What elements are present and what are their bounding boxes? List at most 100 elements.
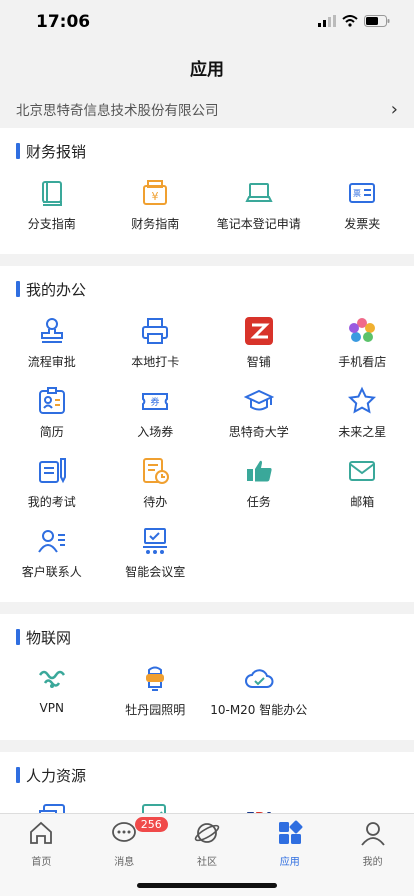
meeting-icon — [140, 526, 170, 556]
section-1: 我的办公 流程审批 本地打卡 智铺 手机看店 简历 券 入场券 思特奇大学 未来之… — [0, 266, 414, 602]
app-tile[interactable]: EPA EPA 审批 — [207, 798, 311, 813]
section-header: 财务报销 — [0, 128, 414, 174]
tab-label: 我的 — [362, 857, 383, 868]
forum-icon — [37, 802, 67, 813]
tab-label: 首页 — [31, 857, 52, 868]
app-tile[interactable]: 券 入场券 — [104, 382, 208, 452]
section-header: 我的办公 — [0, 266, 414, 312]
app-label: 未来之星 — [338, 425, 387, 439]
app-tile[interactable]: 简历 — [0, 382, 104, 452]
signal-icon — [318, 15, 336, 27]
book-icon — [37, 178, 67, 208]
tab-item[interactable]: 我的 — [331, 814, 414, 896]
apps-icon — [277, 820, 303, 850]
app-label: 10-M20 智能办公 — [210, 703, 308, 717]
section-title: 我的办公 — [26, 280, 87, 299]
company-name: 北京思特奇信息技术股份有限公司 — [16, 103, 219, 119]
mail-icon — [347, 456, 377, 486]
page-title: 应用 — [190, 59, 224, 80]
app-label: 财务指南 — [131, 217, 180, 231]
svg-text:票: 票 — [353, 189, 361, 198]
company-selector[interactable]: 北京思特奇信息技术股份有限公司 › — [0, 90, 414, 128]
app-label: 简历 — [39, 425, 64, 439]
invoice-icon: 票 — [347, 178, 377, 208]
app-label: 智能会议室 — [125, 565, 186, 579]
app-label: 牡丹园照明 — [125, 703, 186, 717]
exam-icon — [37, 456, 67, 486]
app-tile[interactable]: 待办 — [104, 452, 208, 522]
nav-bar: 应用 — [0, 44, 414, 90]
laptop-icon — [244, 178, 274, 208]
unread-badge: 256 — [134, 817, 168, 832]
section-accent-bar — [16, 143, 20, 159]
app-tile[interactable]: 手机看店 — [311, 312, 414, 382]
app-label: 我的考试 — [27, 495, 76, 509]
todo-icon — [140, 456, 170, 486]
battery-icon — [364, 15, 390, 27]
svg-text:¥: ¥ — [152, 190, 159, 203]
lamp-icon — [140, 664, 170, 694]
hand-point-icon — [244, 456, 274, 486]
app-grid: VPN 牡丹园照明 10-M20 智能办公 — [0, 660, 414, 740]
star-icon — [347, 386, 377, 416]
app-label: 发票夹 — [344, 217, 381, 231]
vpn-icon — [37, 664, 67, 694]
section-accent-bar — [16, 629, 20, 645]
app-tile[interactable]: 智铺 — [207, 312, 311, 382]
id-card-icon — [37, 386, 67, 416]
graduation-cap-icon — [243, 386, 274, 416]
chart-edit-icon — [140, 802, 170, 813]
app-label: 入场券 — [137, 425, 174, 439]
tab-label: 应用 — [279, 857, 300, 868]
app-tile[interactable]: 分支指南 — [0, 174, 104, 244]
wifi-icon — [342, 15, 358, 27]
section-3: 人力资源 思特奇论坛 管理者评估EPA EPA 审批 — [0, 752, 414, 813]
app-tile[interactable]: 任务 — [207, 452, 311, 522]
yuan-box-icon: ¥ — [140, 178, 170, 208]
section-accent-bar — [16, 767, 20, 783]
message-icon — [111, 820, 137, 850]
section-2: 物联网 VPN 牡丹园照明 10-M20 智能办公 — [0, 614, 414, 740]
app-tile[interactable]: 本地打卡 — [104, 312, 208, 382]
section-header: 物联网 — [0, 614, 414, 660]
app-tile[interactable]: 客户联系人 — [0, 522, 104, 592]
zhipu-logo-icon — [244, 316, 274, 346]
section-title: 物联网 — [26, 628, 72, 647]
section-title: 人力资源 — [26, 766, 87, 785]
planet-icon — [194, 820, 220, 850]
app-tile[interactable]: 思特奇论坛 — [0, 798, 104, 813]
app-label: 本地打卡 — [131, 355, 180, 369]
app-tile[interactable]: 邮箱 — [311, 452, 414, 522]
app-list[interactable]: 财务报销 分支指南 ¥ 财务指南 笔记本登记申请票 发票夹 我的办公 流程审批 本… — [0, 128, 414, 813]
app-label: 手机看店 — [338, 355, 387, 369]
contact-icon — [37, 526, 67, 556]
app-tile[interactable]: 智能会议室 — [104, 522, 208, 592]
app-tile[interactable]: 票 发票夹 — [311, 174, 414, 244]
tab-label: 社区 — [196, 857, 217, 868]
app-tile[interactable]: 牡丹园照明 — [104, 660, 208, 730]
app-tile[interactable]: 笔记本登记申请 — [207, 174, 311, 244]
app-label: VPN — [39, 701, 64, 715]
tab-item[interactable]: 首页 — [0, 814, 83, 896]
user-icon — [360, 820, 386, 850]
app-grid: 流程审批 本地打卡 智铺 手机看店 简历 券 入场券 思特奇大学 未来之星 我的考… — [0, 312, 414, 602]
app-label: 待办 — [143, 495, 168, 509]
app-tile[interactable]: 我的考试 — [0, 452, 104, 522]
app-tile[interactable]: 流程审批 — [0, 312, 104, 382]
status-icons — [318, 15, 390, 27]
app-tile[interactable]: 未来之星 — [311, 382, 414, 452]
home-indicator — [137, 883, 277, 888]
petal-logo-icon — [347, 316, 377, 346]
section-title: 财务报销 — [26, 142, 87, 161]
app-tile[interactable]: 10-M20 智能办公 — [207, 660, 311, 730]
app-tile[interactable]: 思特奇大学 — [207, 382, 311, 452]
app-label: 笔记本登记申请 — [216, 217, 301, 231]
home-icon — [28, 820, 54, 850]
app-tile[interactable]: ¥ 财务指南 — [104, 174, 208, 244]
app-label: 思特奇大学 — [228, 425, 289, 439]
svg-text:券: 券 — [151, 396, 160, 408]
app-tile[interactable]: 管理者评估 — [104, 798, 208, 813]
cloud-check-icon — [244, 664, 274, 694]
app-tile[interactable]: VPN — [0, 660, 104, 730]
section-accent-bar — [16, 281, 20, 297]
